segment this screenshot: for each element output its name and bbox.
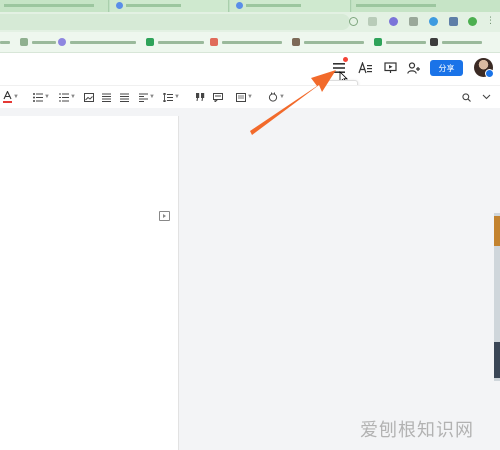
watermark: 爱刨根知识网 — [360, 420, 474, 440]
annotation-arrow — [250, 70, 336, 135]
